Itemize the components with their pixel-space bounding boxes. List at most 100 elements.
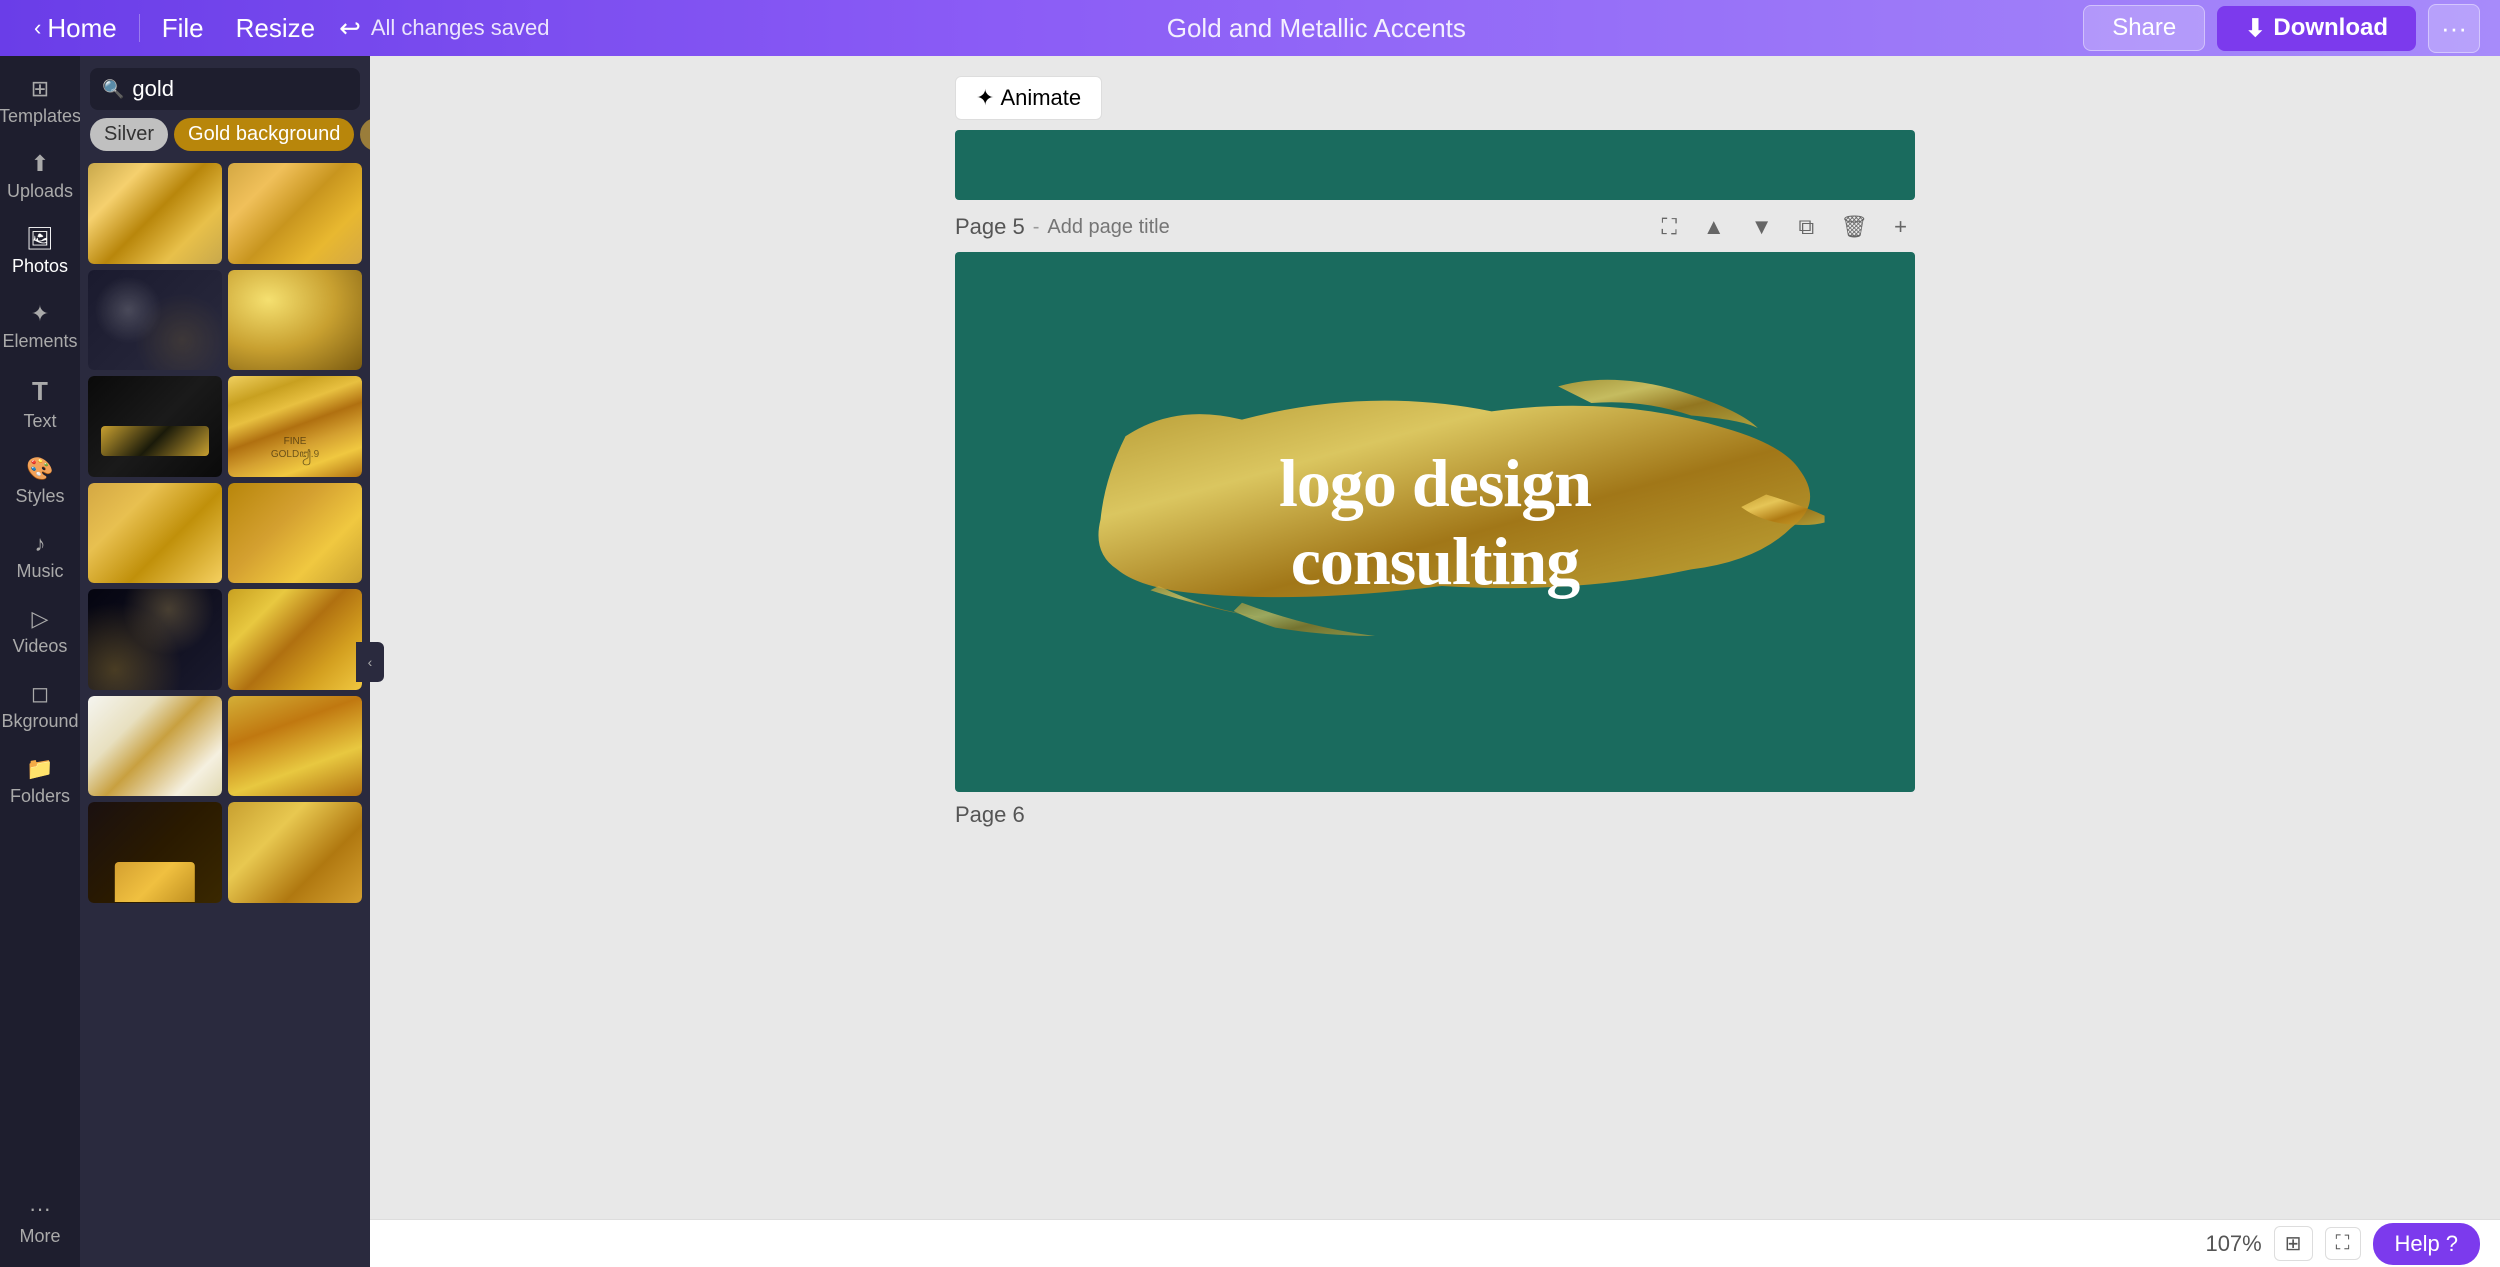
sidebar-item-photos[interactable]: 🖼 Photos xyxy=(4,216,76,287)
home-button[interactable]: ‹ Home xyxy=(20,7,131,50)
page-delete-button[interactable]: 🗑 xyxy=(1832,210,1876,244)
more-icon: ··· xyxy=(29,1196,51,1222)
slide-text: logo design consulting xyxy=(1279,444,1591,600)
chip-silver[interactable]: Silver xyxy=(90,118,168,151)
sidebar-item-elements[interactable]: ✦ Elements xyxy=(4,291,76,362)
zoom-level: 107% xyxy=(2205,1231,2261,1257)
topbar-divider xyxy=(139,14,140,42)
share-button[interactable]: Share xyxy=(2083,5,2205,51)
grid-view-button[interactable]: ⊞ xyxy=(2274,1226,2313,1261)
photo-item[interactable] xyxy=(228,483,362,584)
sidebar-item-label: Folders xyxy=(10,786,70,807)
photo-item[interactable] xyxy=(88,589,222,690)
page-5-slide[interactable]: logo design consulting xyxy=(955,252,1915,792)
page-expand-button[interactable]: ⛶ xyxy=(1654,210,1685,244)
page-6-container: Page 6 xyxy=(955,792,1915,836)
sidebar-icons: ⊞ Templates ⬆ Uploads 🖼 Photos ✦ Element… xyxy=(0,56,80,1267)
topbar-left: ‹ Home File Resize ↩ All changes saved xyxy=(20,7,549,50)
background-icon: ◻ xyxy=(31,681,49,707)
page-5-header: Page 5 - ⛶ ▲ ▼ ⧉ 🗑 + xyxy=(955,200,1915,252)
photo-item[interactable] xyxy=(88,270,222,371)
page-up-button[interactable]: ▲ xyxy=(1695,210,1733,244)
file-button[interactable]: File xyxy=(148,7,218,50)
photo-item[interactable] xyxy=(88,376,222,477)
sidebar-item-label: Photos xyxy=(12,256,68,277)
sidebar-item-uploads[interactable]: ⬆ Uploads xyxy=(4,141,76,212)
photo-item[interactable] xyxy=(228,696,362,797)
photo-item[interactable] xyxy=(88,483,222,584)
download-icon: ⬇ xyxy=(2245,14,2265,43)
chip-gold-bar[interactable]: Gold bar xyxy=(360,118,370,151)
styles-icon: 🎨 xyxy=(26,456,53,482)
page-5-label: Page 5 - xyxy=(955,214,1312,240)
sidebar-item-templates[interactable]: ⊞ Templates xyxy=(4,66,76,137)
uploads-icon: ⬆ xyxy=(31,151,49,177)
templates-icon: ⊞ xyxy=(31,76,49,102)
sidebar-item-label: Styles xyxy=(15,486,64,507)
photo-item[interactable] xyxy=(88,696,222,797)
photo-item[interactable] xyxy=(228,802,362,903)
photo-item[interactable] xyxy=(228,163,362,264)
sidebar-item-label: Music xyxy=(16,561,63,582)
chip-gold-background[interactable]: Gold background xyxy=(174,118,354,151)
undo-button[interactable]: ↩ xyxy=(333,7,367,50)
sidebar-item-label: Templates xyxy=(0,106,81,127)
canvas-area: ✦ Animate Page 5 - ⛶ ▲ ▼ ⧉ xyxy=(370,56,2500,1267)
photo-grid xyxy=(80,159,370,1267)
photos-icon: 🖼 xyxy=(26,226,54,252)
text-icon: T xyxy=(32,376,48,407)
photo-item[interactable] xyxy=(88,163,222,264)
search-bar: 🔍 × ⚙ xyxy=(90,68,360,110)
page-duplicate-button[interactable]: ⧉ xyxy=(1790,210,1822,244)
resize-button[interactable]: Resize xyxy=(222,7,329,50)
videos-icon: ▷ xyxy=(32,606,49,632)
help-button[interactable]: Help ? xyxy=(2373,1223,2481,1265)
search-icon: 🔍 xyxy=(102,79,124,100)
photo-item[interactable] xyxy=(88,802,222,903)
sidebar-item-label: More xyxy=(19,1226,60,1247)
sidebar-item-label: Uploads xyxy=(7,181,73,202)
sidebar-item-label: Elements xyxy=(2,331,77,352)
search-input[interactable] xyxy=(132,76,370,102)
animate-button[interactable]: ✦ Animate xyxy=(955,76,1102,120)
sidebar-item-more[interactable]: ··· More xyxy=(4,1186,76,1257)
filter-chips: Silver Gold background Gold bar › xyxy=(80,118,370,159)
folders-icon: 📁 xyxy=(26,756,53,782)
sidebar-item-text[interactable]: T Text xyxy=(4,366,76,442)
document-title: Gold and Metallic Accents xyxy=(559,13,2073,44)
sidebar-item-label: Bkground xyxy=(1,711,78,732)
sidebar-item-music[interactable]: ♪ Music xyxy=(4,521,76,592)
topbar-right: Share ⬇ Download ··· xyxy=(2083,4,2480,53)
more-options-button[interactable]: ··· xyxy=(2428,4,2480,53)
page-down-button[interactable]: ▼ xyxy=(1743,210,1781,244)
sidebar-item-label: Videos xyxy=(13,636,68,657)
photo-item[interactable] xyxy=(228,589,362,690)
page-add-button[interactable]: + xyxy=(1886,210,1915,244)
page-5-title-input[interactable] xyxy=(1047,216,1312,239)
elements-icon: ✦ xyxy=(31,301,49,327)
photo-item[interactable] xyxy=(228,270,362,371)
hide-panel-button[interactable]: ‹ xyxy=(356,642,384,682)
sidebar-item-videos[interactable]: ▷ Videos xyxy=(4,596,76,667)
help-icon: ? xyxy=(2446,1231,2458,1257)
page-6-header: Page 6 xyxy=(955,792,1915,836)
page-6-label: Page 6 xyxy=(955,802,1025,828)
fullscreen-button[interactable]: ⛶ xyxy=(2325,1227,2361,1260)
page-5-container: Page 5 - ⛶ ▲ ▼ ⧉ 🗑 + xyxy=(955,200,1915,792)
sidebar-item-folders[interactable]: 📁 Folders xyxy=(4,746,76,817)
page-4-partial xyxy=(955,130,1915,200)
download-button[interactable]: ⬇ Download xyxy=(2217,6,2416,51)
sidebar-item-background[interactable]: ◻ Bkground xyxy=(4,671,76,742)
page-4-slide-bottom[interactable] xyxy=(955,130,1915,200)
animate-bar: ✦ Animate xyxy=(955,76,1915,120)
photo-item[interactable] xyxy=(228,376,362,477)
autosave-label: All changes saved xyxy=(371,15,550,41)
search-panel: 🔍 × ⚙ Silver Gold background Gold bar › xyxy=(80,56,370,1267)
main-content: ⊞ Templates ⬆ Uploads 🖼 Photos ✦ Element… xyxy=(0,56,2500,1267)
music-icon: ♪ xyxy=(35,531,46,557)
status-bar: 107% ⊞ ⛶ Help ? xyxy=(370,1219,2500,1267)
sidebar-item-styles[interactable]: 🎨 Styles xyxy=(4,446,76,517)
animate-icon: ✦ xyxy=(976,85,994,111)
topbar: ‹ Home File Resize ↩ All changes saved G… xyxy=(0,0,2500,56)
sidebar-item-label: Text xyxy=(23,411,56,432)
